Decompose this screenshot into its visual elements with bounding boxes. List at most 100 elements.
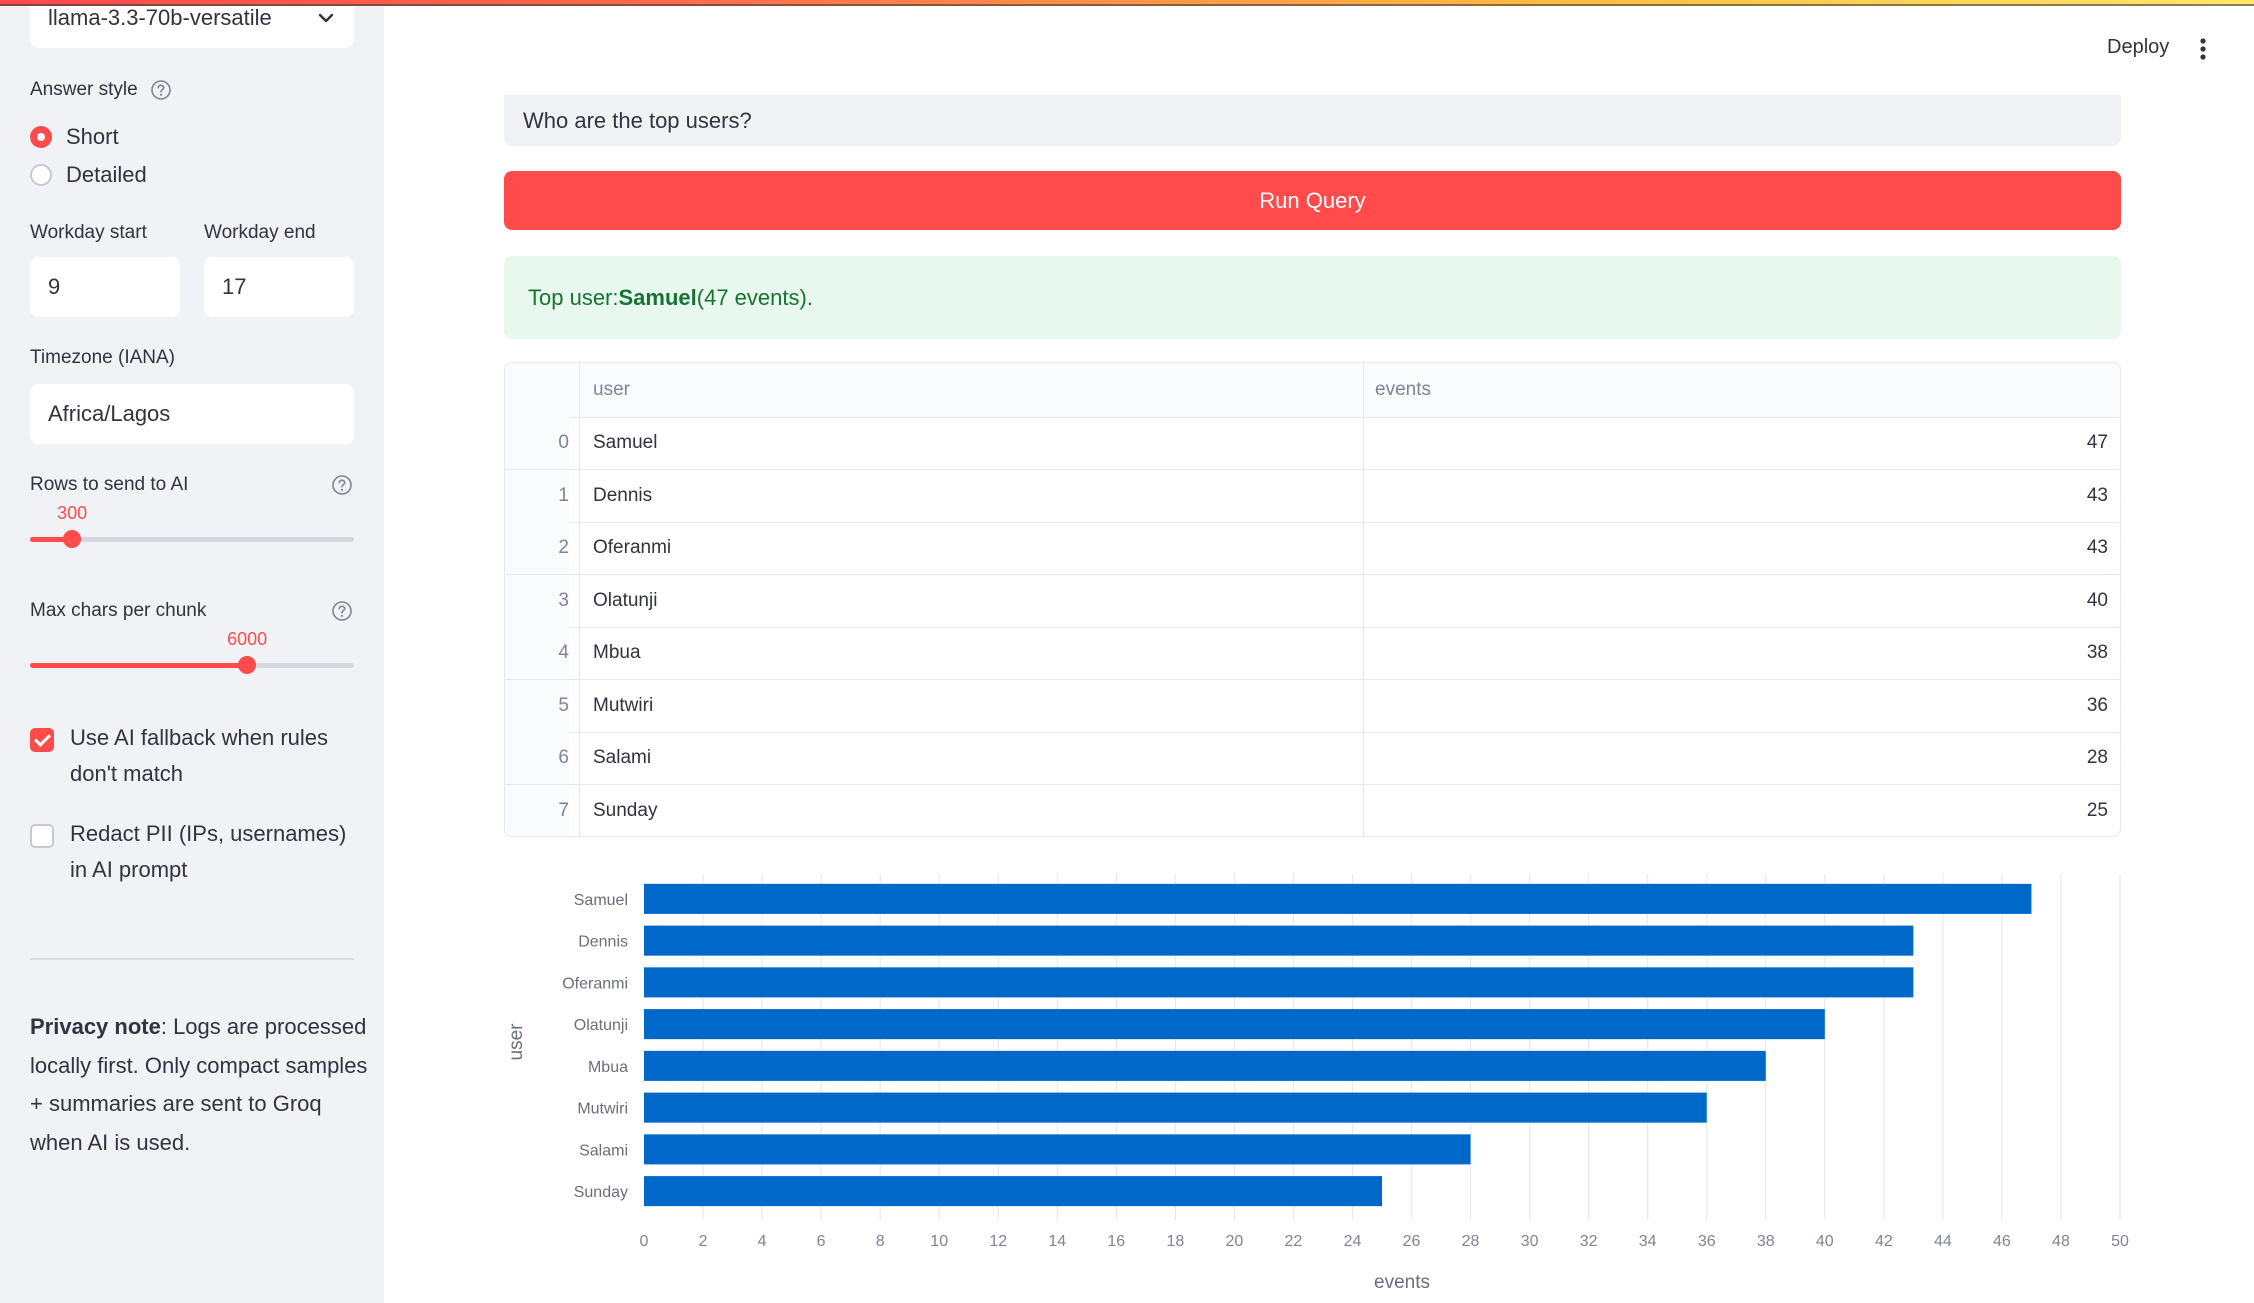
main-menu-icon[interactable]: [2200, 38, 2206, 60]
table-row[interactable]: 7 Sunday 25: [505, 784, 2120, 836]
ai-fallback-label: Use AI fallback when rules don't match: [70, 725, 329, 786]
x-tick-label: 42: [1875, 1233, 1893, 1250]
cell-user: Salami: [593, 747, 652, 768]
workday-end-label: Workday end: [204, 222, 316, 243]
row-index: 7: [505, 784, 569, 836]
cell-user: Mutwiri: [593, 694, 654, 716]
radio-button-selected[interactable]: [30, 126, 52, 148]
x-tick-label: 16: [1107, 1233, 1125, 1250]
bar: [644, 1176, 1382, 1207]
x-tick-label: 32: [1580, 1233, 1598, 1250]
bar: [644, 1134, 1471, 1165]
answer-style-label: Answer style: [30, 79, 138, 100]
radio-short[interactable]: Short: [30, 124, 119, 150]
timezone-input[interactable]: Africa/Lagos: [30, 384, 354, 444]
run-query-button[interactable]: Run Query: [504, 171, 2121, 230]
result-success-alert: Top user: Samuel (47 events).: [504, 256, 2121, 339]
bar: [644, 1009, 1825, 1040]
y-tick-label: Oferanmi: [562, 975, 628, 992]
redact-pii-checkbox[interactable]: [30, 824, 54, 848]
table-row[interactable]: 1 Dennis 43: [505, 469, 2120, 523]
bar: [644, 967, 1914, 998]
result-table[interactable]: user events 0 Samuel 47 1 Dennis 43 2 Oferanmi 4…: [504, 362, 2121, 837]
cell-events: 36: [2086, 694, 2108, 716]
x-tick-label: 24: [1344, 1233, 1362, 1250]
x-tick-label: 8: [876, 1233, 885, 1250]
y-tick-label: Sunday: [574, 1184, 628, 1201]
radio-short-label: Short: [66, 124, 119, 149]
chars-slider[interactable]: [30, 656, 354, 674]
sidebar: llama-3.3-70b-versatile Answer style Sho…: [0, 0, 384, 1303]
cell-events: 38: [2086, 642, 2108, 663]
x-tick-label: 6: [817, 1233, 826, 1250]
timezone-label: Timezone (IANA): [30, 347, 175, 368]
table-row[interactable]: 3 Olatunji 40: [505, 574, 2120, 628]
table-header: user events: [505, 363, 2120, 418]
workday-end-input[interactable]: 17: [204, 257, 354, 317]
ai-fallback-checkbox[interactable]: [30, 728, 54, 752]
top-decoration-bar: [0, 0, 2254, 6]
cell-events: 28: [2086, 747, 2108, 768]
chars-slider-label: Max chars per chunk: [30, 600, 207, 621]
table-row[interactable]: 0 Samuel 47: [505, 417, 2120, 470]
ai-fallback-checkbox-row[interactable]: Use AI fallback when rules don't match: [30, 725, 360, 792]
x-tick-label: 46: [1993, 1233, 2011, 1250]
bar: [644, 1092, 1707, 1123]
rows-slider[interactable]: [30, 530, 354, 548]
cell-events: 40: [2086, 589, 2108, 611]
table-row[interactable]: 4 Mbua 38: [505, 627, 2120, 680]
x-tick-label: 18: [1166, 1233, 1184, 1250]
x-tick-label: 4: [758, 1233, 767, 1250]
bar: [644, 883, 2032, 914]
y-tick-label: Olatunji: [574, 1017, 628, 1034]
help-icon[interactable]: [150, 79, 172, 101]
workday-start-input[interactable]: 9: [30, 257, 180, 317]
chars-slider-thumb[interactable]: [238, 656, 257, 674]
rows-slider-thumb[interactable]: [63, 530, 82, 548]
table-row[interactable]: 2 Oferanmi 43: [505, 522, 2120, 575]
help-icon[interactable]: [331, 600, 353, 622]
help-icon[interactable]: [331, 474, 353, 496]
x-tick-label: 22: [1285, 1233, 1303, 1250]
row-index: 4: [505, 627, 569, 679]
result-suffix: (47 events).: [696, 284, 813, 310]
y-tick-label: Samuel: [574, 892, 628, 909]
column-header-events[interactable]: events: [1375, 363, 1431, 417]
sidebar-divider: [30, 958, 354, 960]
column-divider: [1363, 363, 1364, 836]
x-tick-label: 0: [640, 1233, 649, 1250]
table-row[interactable]: 5 Mutwiri 36: [505, 679, 2120, 733]
result-user: Samuel: [618, 284, 697, 310]
row-index: 6: [505, 732, 569, 784]
bar: [644, 925, 1914, 956]
row-index: 1: [505, 469, 569, 522]
column-divider: [579, 363, 580, 836]
row-index: 2: [505, 522, 569, 574]
column-header-user[interactable]: user: [593, 363, 630, 417]
radio-button[interactable]: [30, 164, 52, 186]
x-tick-label: 28: [1462, 1233, 1480, 1250]
table-row[interactable]: 6 Salami 28: [505, 732, 2120, 785]
cell-user: Mbua: [593, 642, 641, 663]
y-axis-label: user: [506, 1023, 527, 1061]
x-tick-label: 2: [699, 1233, 708, 1250]
cell-user: Oferanmi: [593, 537, 672, 558]
radio-detailed-label: Detailed: [66, 162, 147, 187]
redact-pii-checkbox-row[interactable]: Redact PII (IPs, usernames) in AI prompt: [30, 821, 360, 888]
rows-slider-value: 300: [57, 503, 88, 523]
bar: [644, 1050, 1766, 1081]
cell-events: 43: [2086, 537, 2108, 558]
x-tick-label: 50: [2111, 1233, 2129, 1250]
chars-slider-fill: [30, 663, 248, 668]
cell-user: Olatunji: [593, 589, 658, 611]
chevron-down-icon: [318, 13, 334, 23]
privacy-note: Privacy note: Logs are processed locally…: [30, 1008, 370, 1162]
redact-pii-label: Redact PII (IPs, usernames) in AI prompt: [70, 821, 347, 882]
cell-events: 25: [2086, 799, 2108, 821]
row-index: 5: [505, 679, 569, 732]
radio-detailed[interactable]: Detailed: [30, 162, 147, 188]
question-input[interactable]: Who are the top users?: [504, 95, 2121, 146]
model-select[interactable]: llama-3.3-70b-versatile: [30, 0, 354, 48]
y-tick-label: Salami: [579, 1142, 628, 1159]
deploy-button[interactable]: Deploy: [2107, 36, 2169, 59]
